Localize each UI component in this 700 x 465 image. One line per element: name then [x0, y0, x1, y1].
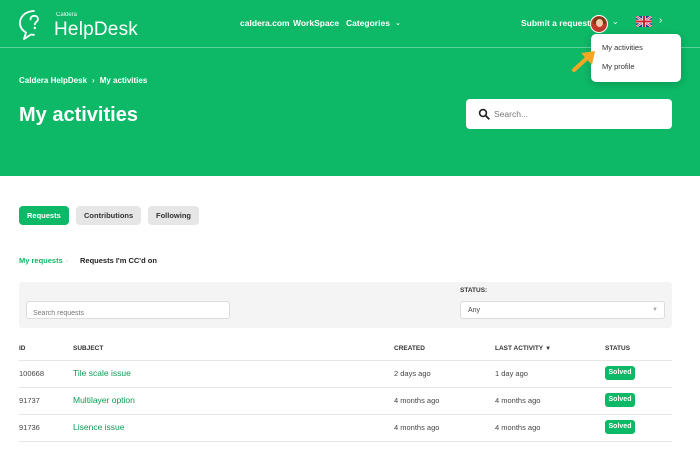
- select-caret-icon: ▼: [652, 307, 658, 313]
- status-badge: Solved: [605, 366, 635, 380]
- request-subject-link[interactable]: Multilayer option: [73, 395, 135, 405]
- tab-requests[interactable]: Requests: [19, 206, 69, 225]
- nav-categories-label: Categories: [346, 18, 390, 28]
- request-subject-link[interactable]: Tile scale issue: [73, 368, 131, 378]
- column-header-created: CREATED: [394, 345, 425, 352]
- breadcrumb: Caldera HelpDesk › My activities: [19, 76, 147, 85]
- chat-bubble-question-icon: [19, 10, 39, 40]
- logo-small-text: Caldera: [56, 12, 78, 18]
- request-last-activity: 4 months ago: [495, 396, 541, 405]
- user-menu-dropdown: My activities My profile: [591, 34, 681, 82]
- annotation-arrow-icon: [572, 51, 595, 72]
- menu-item-my-activities[interactable]: My activities: [602, 43, 643, 52]
- column-header-subject: SUBJECT: [73, 345, 104, 352]
- table-row-divider: [19, 414, 672, 415]
- breadcrumb-home[interactable]: Caldera HelpDesk: [19, 76, 87, 85]
- column-header-status: STATUS: [605, 345, 631, 352]
- avatar-face: [596, 19, 603, 27]
- uk-flag-icon[interactable]: [636, 16, 652, 27]
- tab-following[interactable]: Following: [148, 206, 199, 225]
- column-header-last-activity[interactable]: LAST ACTIVITY ▼: [495, 345, 551, 352]
- request-id: 91736: [19, 423, 40, 432]
- nav-caldera-com[interactable]: caldera.com: [240, 18, 290, 28]
- table-row-divider: [19, 360, 672, 361]
- nav-workspace[interactable]: WorkSpace: [293, 18, 339, 28]
- request-id: 91737: [19, 396, 40, 405]
- breadcrumb-current[interactable]: My activities: [100, 76, 148, 85]
- request-last-activity: 4 months ago: [495, 423, 541, 432]
- user-avatar[interactable]: [590, 15, 608, 33]
- status-badge: Solved: [605, 393, 635, 407]
- chevron-down-icon: ⌄: [394, 20, 401, 27]
- request-created: 4 months ago: [394, 423, 440, 432]
- status-select[interactable]: Any ▼: [460, 301, 665, 319]
- menu-item-my-profile[interactable]: My profile: [602, 62, 635, 71]
- request-last-activity: 1 day ago: [495, 369, 528, 378]
- tab-contributions[interactable]: Contributions: [76, 206, 142, 225]
- chevron-right-icon[interactable]: ›: [659, 15, 662, 26]
- table-row-divider: [19, 387, 672, 388]
- column-header-last-activity-label: LAST ACTIVITY: [495, 345, 544, 352]
- request-created: 2 days ago: [394, 369, 431, 378]
- subtab-my-requests[interactable]: My requests: [19, 256, 63, 265]
- request-id: 100668: [19, 369, 45, 378]
- subtab-cc-requests[interactable]: Requests I'm CC'd on: [80, 256, 157, 265]
- logo[interactable]: Caldera HelpDesk: [18, 8, 148, 42]
- requests-search-box[interactable]: [26, 301, 230, 322]
- hero-search-box[interactable]: [466, 99, 672, 129]
- status-filter-label: STATUS:: [460, 287, 488, 294]
- request-created: 4 months ago: [394, 396, 440, 405]
- status-select-value: Any: [468, 307, 481, 314]
- request-subject-link[interactable]: Lisence issue: [73, 422, 125, 432]
- submit-request-link[interactable]: Submit a request: [521, 18, 590, 28]
- column-header-id: ID: [19, 345, 26, 352]
- breadcrumb-separator: ›: [92, 76, 95, 85]
- sort-desc-icon: ▼: [545, 346, 552, 352]
- page-title: My activities: [19, 104, 138, 126]
- logo-main-text: HelpDesk: [54, 19, 138, 40]
- nav-categories[interactable]: Categories ⌄: [346, 18, 401, 28]
- table-row-divider: [19, 441, 672, 442]
- subtab-separator: ·: [66, 256, 69, 265]
- status-badge: Solved: [605, 420, 635, 434]
- user-menu-caret-icon[interactable]: ⌄: [612, 17, 619, 26]
- requests-search-input[interactable]: [27, 305, 229, 322]
- hero-search-input[interactable]: [494, 105, 664, 123]
- search-icon: [478, 108, 490, 120]
